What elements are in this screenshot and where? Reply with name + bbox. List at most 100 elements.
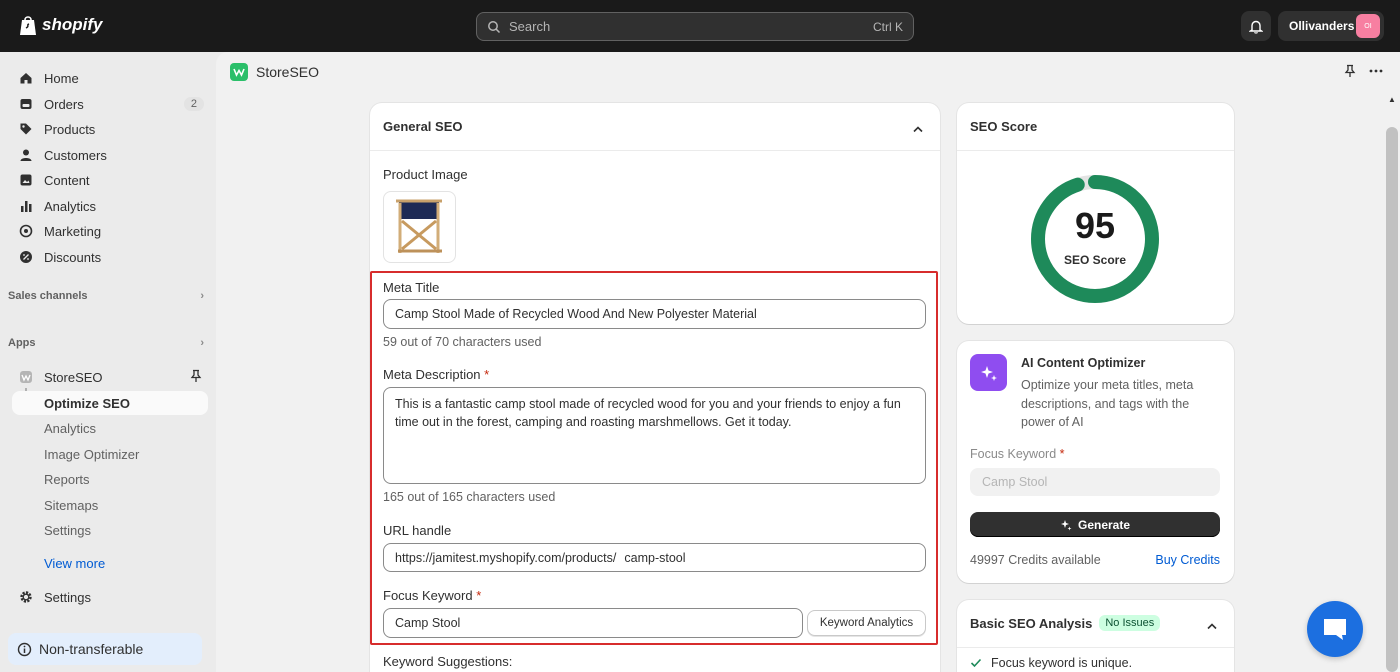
product-image-thumbnail[interactable] xyxy=(383,191,456,263)
person-icon xyxy=(18,147,34,163)
seo-score-caption: SEO Score xyxy=(1063,253,1127,267)
subnav-label: Optimize SEO xyxy=(44,395,130,411)
ai-focus-keyword-placeholder: Camp Stool xyxy=(982,475,1048,489)
nav-marketing[interactable]: Marketing xyxy=(10,219,208,243)
basic-seo-analysis-header: Basic SEO Analysis No Issues xyxy=(970,615,1161,631)
sidebar: Home Orders 2 Products Customers Content… xyxy=(0,52,216,672)
scroll-up-arrow-icon[interactable]: ▲ xyxy=(1388,95,1396,104)
shopify-bag-icon xyxy=(20,16,36,35)
subnav-sitemaps[interactable]: Sitemaps xyxy=(34,493,208,517)
storeseo-logo-icon xyxy=(230,63,248,81)
app-title: StoreSEO xyxy=(256,64,320,80)
nav-label: Products xyxy=(44,121,96,137)
subnav-analytics[interactable]: Analytics xyxy=(34,416,208,440)
top-bar: shopify Search Ctrl K Ollivanders OI xyxy=(0,0,1400,52)
ai-optimizer-title: AI Content Optimizer xyxy=(1021,356,1146,370)
nav-app-storeseo[interactable]: StoreSEO xyxy=(10,365,208,389)
bar-chart-icon xyxy=(18,198,34,214)
collapse-chevron-icon[interactable] xyxy=(912,121,924,136)
more-options-icon[interactable] xyxy=(1368,64,1384,81)
required-mark: * xyxy=(1059,447,1065,461)
nav-label: Marketing xyxy=(44,223,102,239)
subnav-label: Sitemaps xyxy=(44,497,99,513)
search-shortcut: Ctrl K xyxy=(873,19,903,34)
store-menu-button[interactable]: Ollivanders OI xyxy=(1278,11,1384,41)
subnav-optimize-seo[interactable]: Optimize SEO xyxy=(12,391,208,415)
subnav-reports[interactable]: Reports xyxy=(34,467,208,491)
bell-icon xyxy=(1249,20,1263,34)
chevron-right-icon: › xyxy=(200,290,204,302)
generate-button[interactable]: Generate xyxy=(970,512,1220,537)
section-label: Sales channels xyxy=(8,290,88,302)
nav-content[interactable]: Content xyxy=(10,168,208,192)
nav-label: Home xyxy=(44,70,79,86)
apps-section[interactable]: Apps › xyxy=(8,337,208,349)
info-icon xyxy=(17,642,32,656)
sparkle-icon xyxy=(970,354,1007,391)
nav-orders[interactable]: Orders 2 xyxy=(10,92,208,116)
buy-credits-link[interactable]: Buy Credits xyxy=(1155,553,1220,567)
app-title-bar: StoreSEO xyxy=(230,63,319,81)
pin-icon[interactable] xyxy=(1344,64,1356,81)
subnav-label: Image Optimizer xyxy=(44,446,140,462)
storeseo-app-icon xyxy=(18,369,34,385)
pin-icon[interactable] xyxy=(190,369,202,386)
nav-label: Analytics xyxy=(44,198,97,214)
ai-focus-keyword-input[interactable]: Camp Stool xyxy=(970,468,1220,496)
analysis-item-text: Focus keyword is unique. xyxy=(991,656,1133,670)
shopify-logo[interactable]: shopify xyxy=(18,14,102,36)
store-avatar: OI xyxy=(1356,14,1380,38)
view-more-link[interactable]: View more xyxy=(34,551,208,575)
chat-bubble-icon xyxy=(1324,619,1346,640)
nav-label: StoreSEO xyxy=(44,369,103,385)
chevron-right-icon: › xyxy=(200,337,204,349)
seo-score-title: SEO Score xyxy=(970,119,1038,134)
chat-support-button[interactable] xyxy=(1307,601,1363,657)
nav-label: Content xyxy=(44,172,90,188)
basic-seo-analysis-title: Basic SEO Analysis xyxy=(970,615,1093,631)
subnav-settings[interactable]: Settings xyxy=(34,518,208,542)
divider xyxy=(957,150,1234,151)
search-placeholder: Search xyxy=(509,19,551,34)
divider xyxy=(370,150,940,151)
nav-home[interactable]: Home xyxy=(10,66,208,90)
seo-score-value: 95 xyxy=(1074,205,1116,246)
search-bar[interactable]: Search Ctrl K xyxy=(476,12,914,41)
nav-analytics[interactable]: Analytics xyxy=(10,194,208,218)
brand-name: shopify xyxy=(42,15,103,34)
checkmark-icon xyxy=(970,658,982,668)
non-transferable-label: Non-transferable xyxy=(39,641,144,657)
nav-settings[interactable]: Settings xyxy=(10,585,208,609)
nav-discounts[interactable]: Discounts xyxy=(10,245,208,269)
notifications-button[interactable] xyxy=(1241,11,1271,41)
keyword-suggestions-label: Keyword Suggestions: xyxy=(383,654,513,669)
nav-label: Customers xyxy=(44,147,107,163)
app-top-actions xyxy=(1344,64,1384,81)
nav-label: Discounts xyxy=(44,249,102,265)
nav-products[interactable]: Products xyxy=(10,117,208,141)
orders-count-badge: 2 xyxy=(183,97,204,111)
camp-stool-image xyxy=(395,199,442,253)
basic-seo-analysis-card: Basic SEO Analysis No Issues Focus keywo… xyxy=(957,600,1234,672)
sales-channels-section[interactable]: Sales channels › xyxy=(8,290,208,302)
generate-label: Generate xyxy=(1077,517,1131,532)
home-icon xyxy=(18,70,34,86)
nav-customers[interactable]: Customers xyxy=(10,143,208,167)
target-icon xyxy=(18,223,34,239)
store-name: Ollivanders xyxy=(1289,19,1355,33)
section-label: Apps xyxy=(8,337,36,349)
scrollbar-thumb[interactable] xyxy=(1386,127,1398,672)
subnav-image-optimizer[interactable]: Image Optimizer xyxy=(34,442,208,466)
nav-label: Orders xyxy=(44,96,84,112)
highlight-box xyxy=(370,271,938,645)
ai-focus-keyword-label: Focus Keyword * xyxy=(970,447,1065,461)
main-content: StoreSEO General SEO Product Image Meta … xyxy=(216,52,1400,672)
ai-optimizer-card: AI Content Optimizer Optimize your meta … xyxy=(957,341,1234,583)
gear-icon xyxy=(18,589,34,605)
collapse-chevron-icon[interactable] xyxy=(1206,618,1218,633)
subnav-label: Reports xyxy=(44,471,90,487)
divider xyxy=(957,647,1234,648)
orders-icon xyxy=(18,96,34,112)
non-transferable-banner[interactable]: Non-transferable xyxy=(8,633,202,665)
tag-icon xyxy=(18,121,34,137)
